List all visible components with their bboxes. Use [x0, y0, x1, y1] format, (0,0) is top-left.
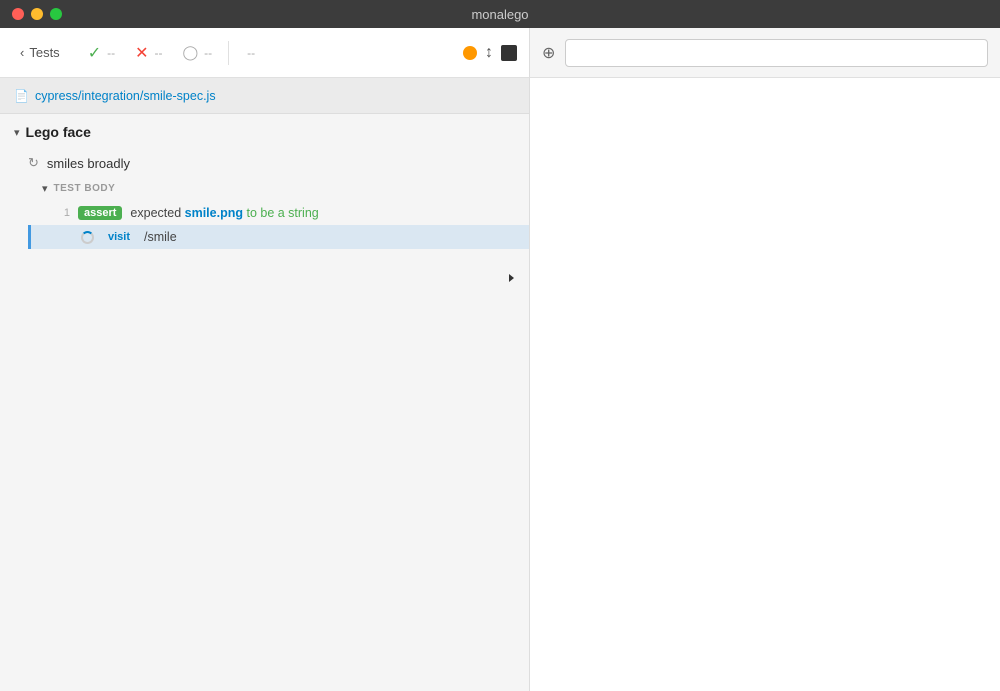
suite-header[interactable]: ▾ Lego face: [0, 114, 529, 150]
fail-filter-button[interactable]: ✕ --: [127, 38, 170, 68]
traffic-lights: [12, 8, 62, 20]
app-body: ‹ Tests ✓ -- ✕ -- ◯ -- -- ↕: [0, 28, 1000, 691]
assert-text: expected smile.png to be a string: [130, 206, 318, 220]
assert-command-row[interactable]: 1 assert expected smile.png to be a stri…: [28, 201, 529, 225]
test-body-chevron-icon: ▾: [42, 182, 48, 195]
check-icon: ✓: [88, 43, 101, 63]
right-toolbar: ⊕: [530, 28, 1000, 78]
window-title: monalego: [471, 7, 528, 22]
browser-viewport: [530, 78, 1000, 691]
back-label: Tests: [29, 45, 59, 60]
visit-command-row[interactable]: visit /smile: [28, 225, 529, 249]
toolbar-separator: [228, 41, 229, 65]
suite-title: Lego face: [26, 124, 91, 140]
close-button[interactable]: [12, 8, 24, 20]
suite-chevron-icon: ▾: [14, 126, 20, 139]
filepath-text[interactable]: cypress/integration/smile-spec.js: [35, 89, 216, 103]
command-list: 1 assert expected smile.png to be a stri…: [28, 201, 529, 249]
test-body-section: ▾ TEST BODY 1 assert expected smile.png …: [28, 176, 529, 249]
maximize-button[interactable]: [50, 8, 62, 20]
pass-count: --: [107, 46, 115, 60]
skip-filter-button[interactable]: --: [237, 41, 263, 65]
visit-badge: visit: [102, 230, 136, 244]
visit-text: /smile: [144, 230, 177, 244]
test-body-label: TEST BODY: [54, 183, 116, 194]
globe-icon[interactable]: ⊕: [542, 43, 555, 63]
mouse-cursor: [509, 274, 521, 290]
stop-button[interactable]: [501, 45, 517, 61]
left-panel: ‹ Tests ✓ -- ✕ -- ◯ -- -- ↕: [0, 28, 530, 691]
pass-filter-button[interactable]: ✓ --: [80, 38, 123, 68]
circle-icon: ◯: [183, 44, 199, 61]
back-button[interactable]: ‹ Tests: [12, 40, 68, 65]
status-dot: [463, 46, 477, 60]
back-arrow-icon: ‹: [20, 45, 24, 60]
line-number: 1: [56, 207, 70, 219]
url-bar[interactable]: [565, 39, 988, 67]
test-content: ▾ Lego face ↻ smiles broadly ▾ TEST BODY: [0, 114, 529, 691]
assert-subject: smile.png: [185, 206, 243, 220]
reload-icon: ↻: [28, 155, 39, 171]
test-row[interactable]: ↻ smiles broadly: [0, 150, 529, 176]
test-name: smiles broadly: [47, 156, 130, 171]
file-icon: 📄: [14, 89, 29, 103]
assert-predicate: to be a string: [246, 206, 318, 220]
right-panel: ⊕: [530, 28, 1000, 691]
minimize-button[interactable]: [31, 8, 43, 20]
toolbar: ‹ Tests ✓ -- ✕ -- ◯ -- -- ↕: [0, 28, 529, 78]
cross-icon: ✕: [135, 43, 148, 63]
pending-filter-button[interactable]: ◯ --: [175, 39, 221, 66]
title-bar: monalego: [0, 0, 1000, 28]
fail-count: --: [155, 46, 163, 60]
pending-count: --: [204, 46, 212, 60]
test-body-header[interactable]: ▾ TEST BODY: [28, 176, 529, 201]
toolbar-right: ↕: [463, 44, 517, 62]
skip-label: --: [247, 46, 255, 60]
filepath-bar: 📄 cypress/integration/smile-spec.js: [0, 78, 529, 114]
loading-spinner: [81, 231, 94, 244]
sort-icon[interactable]: ↕: [485, 44, 493, 62]
assert-badge: assert: [78, 206, 122, 220]
